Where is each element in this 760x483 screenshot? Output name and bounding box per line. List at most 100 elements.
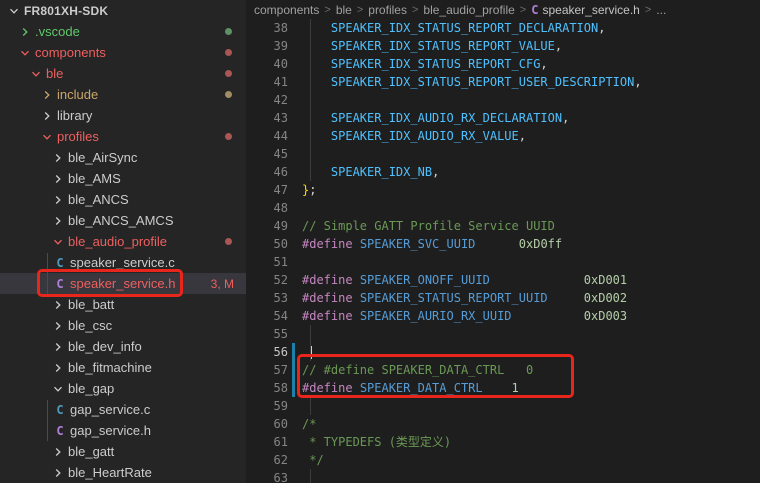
- breadcrumb-file[interactable]: speaker_service.h: [542, 3, 639, 17]
- chevron-right-icon[interactable]: [50, 297, 66, 313]
- tree-item-label: ble_gatt: [68, 444, 114, 459]
- code-line-50[interactable]: 50#define SPEAKER_SVC_UUID 0xD0ff: [246, 235, 760, 253]
- chevron-right-icon[interactable]: [39, 87, 55, 103]
- tree-folder-ble-batt[interactable]: ble_batt: [0, 294, 246, 315]
- text-cursor: [311, 346, 313, 359]
- c-blue-file-icon: C: [52, 256, 68, 270]
- code-line-61[interactable]: 61 * TYPEDEFS (类型定义): [246, 433, 760, 451]
- code-line-52[interactable]: 52#define SPEAKER_ONOFF_UUID 0xD001: [246, 271, 760, 289]
- tree-folder-ble-heartrate[interactable]: ble_HeartRate: [0, 462, 246, 483]
- tree-file-speaker-service-c[interactable]: Cspeaker_service.c: [0, 252, 246, 273]
- code-line-56[interactable]: 56: [246, 343, 760, 361]
- line-number: 38: [246, 21, 288, 35]
- code-line-48[interactable]: 48: [246, 199, 760, 217]
- code-line-60[interactable]: 60/*: [246, 415, 760, 433]
- breadcrumb-item[interactable]: ble_audio_profile: [423, 3, 514, 17]
- code-line-59[interactable]: 59: [246, 397, 760, 415]
- chevron-down-icon[interactable]: [50, 234, 66, 250]
- chevron-right-icon[interactable]: [50, 192, 66, 208]
- tree-folder-ble-gap[interactable]: ble_gap: [0, 378, 246, 399]
- tree-folder-ble-ancs-amcs[interactable]: ble_ANCS_AMCS: [0, 210, 246, 231]
- code-line-40[interactable]: 40 SPEAKER_IDX_STATUS_REPORT_CFG,: [246, 55, 760, 73]
- code-line-62[interactable]: 62 */: [246, 451, 760, 469]
- chevron-down-icon[interactable]: [17, 45, 33, 61]
- code-line-55[interactable]: 55: [246, 325, 760, 343]
- chevron-down-icon[interactable]: [28, 66, 44, 82]
- code-line-42[interactable]: 42: [246, 91, 760, 109]
- tree-folder-ble-ancs[interactable]: ble_ANCS: [0, 189, 246, 210]
- code-text: SPEAKER_IDX_AUDIO_RX_DECLARATION,: [302, 109, 569, 127]
- line-number: 51: [246, 255, 288, 269]
- chevron-right-icon[interactable]: [17, 24, 33, 40]
- tree-folder-components[interactable]: components: [0, 42, 246, 63]
- chevron-down-icon[interactable]: [50, 381, 66, 397]
- line-number: 60: [246, 417, 288, 431]
- code-text: #define SPEAKER_AURIO_RX_UUID 0xD003: [302, 307, 627, 325]
- tree-folder--vscode[interactable]: .vscode: [0, 21, 246, 42]
- line-number: 54: [246, 309, 288, 323]
- line-number: 44: [246, 129, 288, 143]
- chevron-right-icon[interactable]: [50, 360, 66, 376]
- code-line-46[interactable]: 46 SPEAKER_IDX_NB,: [246, 163, 760, 181]
- breadcrumb-item[interactable]: components: [254, 3, 319, 17]
- code-line-45[interactable]: 45: [246, 145, 760, 163]
- tree-item-label: include: [57, 87, 98, 102]
- code-line-39[interactable]: 39 SPEAKER_IDX_STATUS_REPORT_VALUE,: [246, 37, 760, 55]
- code-line-51[interactable]: 51: [246, 253, 760, 271]
- tree-root-item[interactable]: FR801XH-SDK: [0, 0, 246, 21]
- chevron-right-icon[interactable]: [50, 444, 66, 460]
- chevron-right-icon[interactable]: [50, 339, 66, 355]
- chevron-right-icon[interactable]: [50, 171, 66, 187]
- c-blue-file-icon: C: [52, 403, 68, 417]
- tree-file-gap-service-c[interactable]: Cgap_service.c: [0, 399, 246, 420]
- chevron-right-icon[interactable]: [50, 465, 66, 481]
- tree-item-label: ble_audio_profile: [68, 234, 167, 249]
- tree-file-gap-service-h[interactable]: Cgap_service.h: [0, 420, 246, 441]
- code-line-41[interactable]: 41 SPEAKER_IDX_STATUS_REPORT_USER_DESCRI…: [246, 73, 760, 91]
- code-text: */: [302, 451, 324, 469]
- code-line-44[interactable]: 44 SPEAKER_IDX_AUDIO_RX_VALUE,: [246, 127, 760, 145]
- code-line-53[interactable]: 53#define SPEAKER_STATUS_REPORT_UUID 0xD…: [246, 289, 760, 307]
- code-text: SPEAKER_IDX_STATUS_REPORT_DECLARATION,: [302, 19, 605, 37]
- decoration-dot-warning: [225, 91, 232, 98]
- tree-file-speaker-service-h[interactable]: Cspeaker_service.h3, M: [0, 273, 246, 294]
- code-line-47[interactable]: 47};: [246, 181, 760, 199]
- line-number: 41: [246, 75, 288, 89]
- tree-folder-ble-dev-info[interactable]: ble_dev_info: [0, 336, 246, 357]
- chevron-right-icon[interactable]: [50, 213, 66, 229]
- tree-item-label: ble_batt: [68, 297, 114, 312]
- code-line-49[interactable]: 49// Simple GATT Profile Service UUID: [246, 217, 760, 235]
- code-line-38[interactable]: 38 SPEAKER_IDX_STATUS_REPORT_DECLARATION…: [246, 19, 760, 37]
- tree-item-label: ble_ANCS_AMCS: [68, 213, 174, 228]
- code-text: SPEAKER_IDX_NB,: [302, 163, 439, 181]
- chevron-down-icon[interactable]: [39, 129, 55, 145]
- code-line-43[interactable]: 43 SPEAKER_IDX_AUDIO_RX_DECLARATION,: [246, 109, 760, 127]
- tree-folder-ble-audio-profile[interactable]: ble_audio_profile: [0, 231, 246, 252]
- code-area[interactable]: 38 SPEAKER_IDX_STATUS_REPORT_DECLARATION…: [246, 19, 760, 483]
- chevron-right-icon[interactable]: [39, 108, 55, 124]
- tree-folder-ble-airsync[interactable]: ble_AirSync: [0, 147, 246, 168]
- tree-folder-ble-fitmachine[interactable]: ble_fitmachine: [0, 357, 246, 378]
- tree-folder-ble-gatt[interactable]: ble_gatt: [0, 441, 246, 462]
- breadcrumb-item[interactable]: profiles: [368, 3, 407, 17]
- code-line-54[interactable]: 54 #define SPEAKER_AURIO_RX_UUID 0xD003: [246, 307, 760, 325]
- chevron-right-icon[interactable]: [50, 318, 66, 334]
- decoration-dot-error: [225, 238, 232, 245]
- breadcrumb-symbol[interactable]: ...: [656, 3, 666, 17]
- chevron-down-icon[interactable]: [6, 3, 22, 19]
- chevron-right-icon[interactable]: [50, 150, 66, 166]
- tree-folder-ble-ams[interactable]: ble_AMS: [0, 168, 246, 189]
- breadcrumb-item[interactable]: ble: [336, 3, 352, 17]
- tree-folder-library[interactable]: library: [0, 105, 246, 126]
- code-line-63[interactable]: 63: [246, 469, 760, 483]
- tree-folder-ble[interactable]: ble: [0, 63, 246, 84]
- tree-folder-include[interactable]: include: [0, 84, 246, 105]
- tree-folder-profiles[interactable]: profiles: [0, 126, 246, 147]
- line-number: 48: [246, 201, 288, 215]
- line-number: 45: [246, 147, 288, 161]
- line-number: 50: [246, 237, 288, 251]
- code-line-58[interactable]: 58#define SPEAKER_DATA_CTRL 1: [246, 379, 760, 397]
- code-line-57[interactable]: 57// #define SPEAKER_DATA_CTRL 0: [246, 361, 760, 379]
- c-purple-file-icon: C: [52, 424, 68, 438]
- tree-folder-ble-csc[interactable]: ble_csc: [0, 315, 246, 336]
